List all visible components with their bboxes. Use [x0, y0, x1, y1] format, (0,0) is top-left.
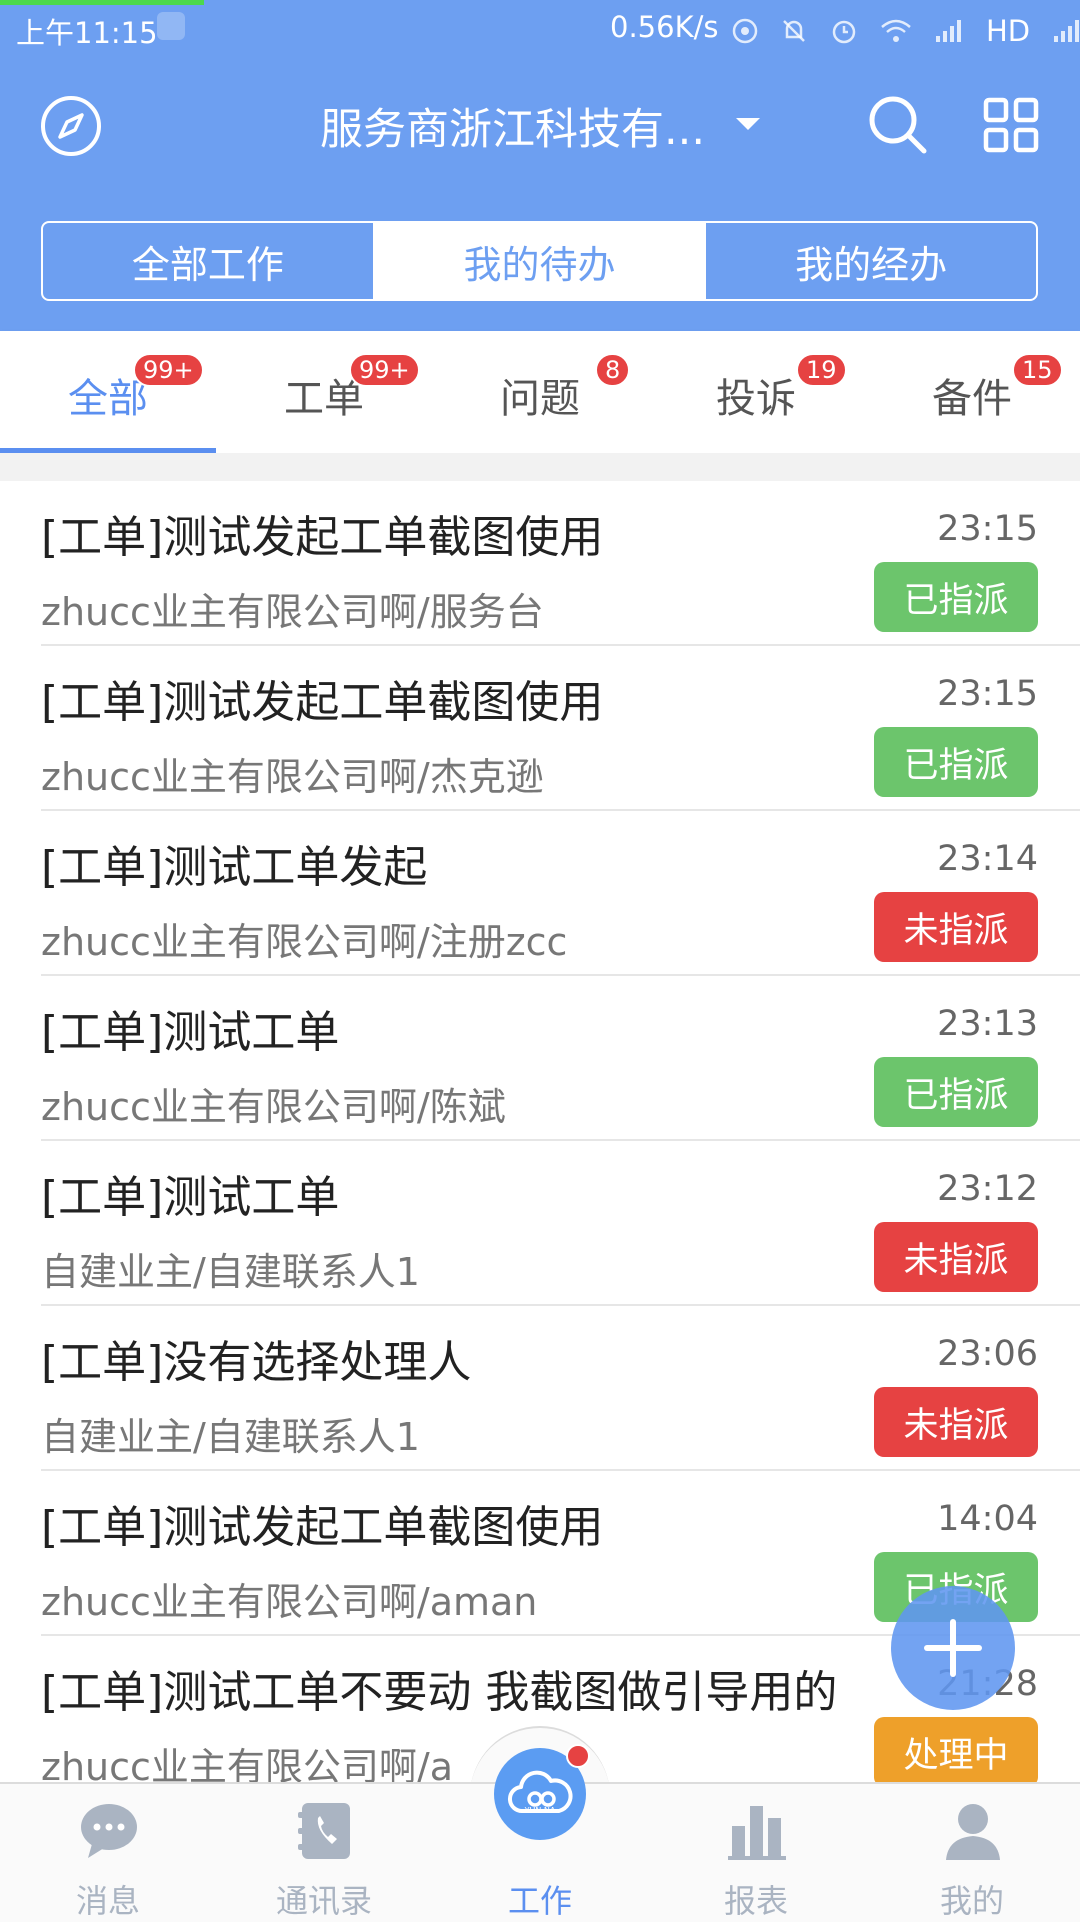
work-order-customer: zhucc业主有限公司啊/aman [41, 1580, 538, 1624]
contacts-phone-icon [298, 1803, 350, 1859]
work-order-customer: zhucc业主有限公司啊/陈斌 [41, 1085, 506, 1129]
logo-text: YUN NA [524, 1806, 556, 1815]
work-order-title: [工单]测试发起工单截图使用 [41, 512, 604, 563]
nav-item-reports[interactable]: 报表 [648, 1784, 864, 1922]
work-order-title: [工单]没有选择处理人 [41, 1337, 472, 1388]
search-icon[interactable] [866, 93, 930, 157]
count-badge: 19 [796, 353, 847, 387]
app-notification-icon [157, 12, 185, 40]
work-order-row[interactable]: [工单]测试工单 zhucc业主有限公司啊/陈斌 23:13 已指派 [0, 976, 1080, 1141]
compass-icon[interactable] [40, 95, 102, 157]
network-speed: 0.56K/s [610, 10, 719, 44]
tab-issue[interactable]: 问题 8 [432, 331, 648, 453]
work-order-customer: zhucc业主有限公司啊/注册zcc [41, 920, 568, 964]
app-grid-icon[interactable] [983, 97, 1039, 153]
status-badge: 未指派 [874, 1387, 1038, 1457]
count-badge: 8 [595, 353, 631, 387]
count-badge: 99+ [133, 353, 204, 387]
organization-title[interactable]: 服务商浙江科技有... [320, 95, 740, 157]
segment-my-handled[interactable]: 我的经办 [704, 223, 1036, 299]
mute-bell-icon [783, 20, 805, 42]
work-order-time: 23:06 [937, 1334, 1038, 1374]
nav-label: 工作 [507, 1882, 572, 1920]
tab-work-order[interactable]: 工单 99+ [216, 331, 432, 453]
tab-spare-parts[interactable]: 备件 15 [864, 331, 1080, 453]
work-order-time: 23:13 [937, 1004, 1038, 1044]
work-order-time: 23:14 [937, 839, 1038, 879]
network-type-label: HD [986, 14, 1031, 48]
status-badge: 已指派 [874, 727, 1038, 797]
dropdown-caret-icon[interactable] [736, 118, 760, 130]
work-order-title: [工单]测试发起工单截图使用 [41, 1502, 604, 1553]
tab-all[interactable]: 全部 99+ [0, 331, 216, 453]
hotspot-icon [732, 18, 758, 44]
notification-dot [566, 1744, 590, 1768]
status-badge: 已指派 [874, 562, 1038, 632]
chat-bubble-icon [81, 1804, 137, 1858]
title-row: 服务商浙江科技有... [0, 85, 1080, 165]
segment-my-todo[interactable]: 我的待办 [372, 223, 705, 299]
bar-chart-icon [728, 1806, 786, 1860]
nav-item-profile[interactable]: 我的 [864, 1784, 1080, 1922]
work-order-customer: 自建业主/自建联系人1 [41, 1415, 420, 1459]
nav-label: 通讯录 [275, 1882, 372, 1920]
signal-icon [936, 20, 961, 42]
count-badge: 15 [1012, 353, 1063, 387]
work-order-time: 14:04 [937, 1499, 1038, 1539]
work-scope-segmented-control: 全部工作 我的待办 我的经办 [41, 221, 1038, 301]
work-order-customer: zhucc业主有限公司啊/杰克逊 [41, 755, 544, 799]
count-badge: 99+ [349, 353, 420, 387]
work-order-row[interactable]: [工单]测试发起工单截图使用 zhucc业主有限公司啊/杰克逊 23:15 已指… [0, 646, 1080, 811]
segment-all-work[interactable]: 全部工作 [43, 223, 373, 299]
work-order-customer: zhucc业主有限公司啊/服务台 [41, 590, 544, 634]
nav-label: 我的 [939, 1882, 1004, 1920]
status-badge: 已指派 [874, 1057, 1038, 1127]
alarm-icon [832, 20, 856, 44]
work-order-title: [工单]测试工单发起 [41, 842, 428, 893]
tab-complaint[interactable]: 投诉 19 [648, 331, 864, 453]
app-header: 上午11:15 0.56K/s HD 服务商浙江科技有... 全部工作 我的待办… [0, 0, 1080, 331]
work-order-time: 23:15 [937, 509, 1038, 549]
work-order-row[interactable]: [工单]测试工单发起 zhucc业主有限公司啊/注册zcc 23:14 未指派 [0, 811, 1080, 976]
person-icon [946, 1804, 1000, 1860]
status-badge: 未指派 [874, 892, 1038, 962]
work-order-row[interactable]: [工单]测试发起工单截图使用 zhucc业主有限公司啊/服务台 23:15 已指… [0, 481, 1080, 646]
nav-label: 消息 [75, 1882, 140, 1920]
list-separator-band [0, 453, 1080, 481]
work-order-title: [工单]测试工单不要动 我截图做引导用的 [41, 1667, 838, 1718]
work-order-customer: 自建业主/自建联系人1 [41, 1250, 420, 1294]
signal-2-icon [1054, 20, 1080, 42]
work-order-time: 23:15 [937, 674, 1038, 714]
work-order-title: [工单]测试工单 [41, 1007, 340, 1058]
wifi-icon [881, 19, 911, 42]
category-tabs: 全部 99+ 工单 99+ 问题 8 投诉 19 备件 15 [0, 331, 1080, 453]
status-badge: 处理中 [874, 1717, 1038, 1787]
plus-icon [924, 1619, 982, 1677]
nav-item-messages[interactable]: 消息 [0, 1784, 216, 1922]
work-order-row[interactable]: [工单]没有选择处理人 自建业主/自建联系人1 23:06 未指派 [0, 1306, 1080, 1471]
status-time: 上午11:15 [16, 16, 158, 50]
add-work-order-button[interactable] [891, 1586, 1015, 1710]
nav-label: 报表 [723, 1882, 788, 1920]
work-order-row[interactable]: [工单]测试工单 自建业主/自建联系人1 23:12 未指派 [0, 1141, 1080, 1306]
work-order-title: [工单]测试工单 [41, 1172, 340, 1223]
status-icons: HD [732, 14, 1080, 48]
status-bar: 上午11:15 0.56K/s HD [0, 0, 1080, 58]
nav-item-contacts[interactable]: 通讯录 [216, 1784, 432, 1922]
work-order-title: [工单]测试发起工单截图使用 [41, 677, 604, 728]
status-badge: 未指派 [874, 1222, 1038, 1292]
work-order-time: 23:12 [937, 1169, 1038, 1209]
